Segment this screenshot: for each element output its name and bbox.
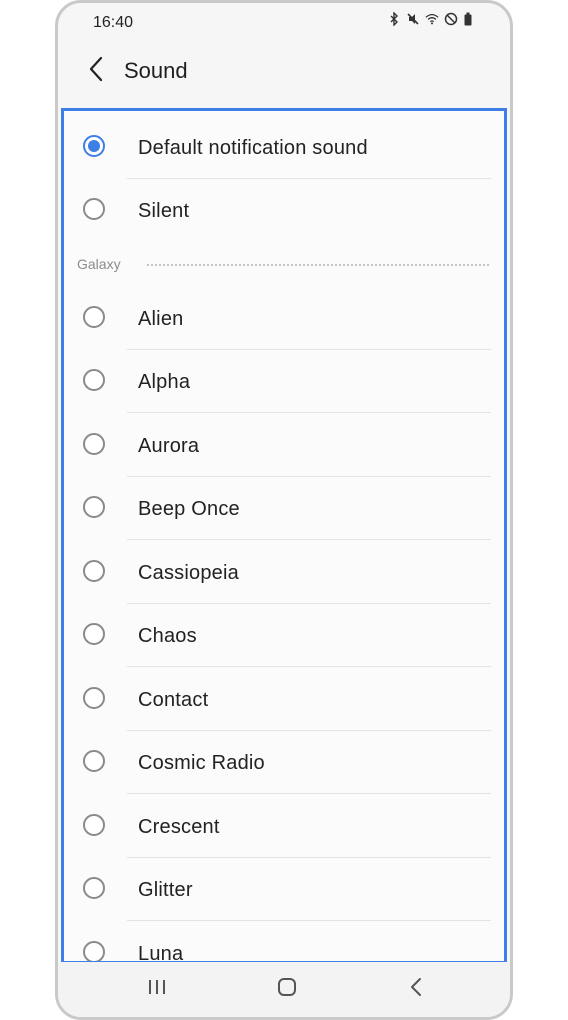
status-icons <box>387 12 477 26</box>
sound-option-label: Beep Once <box>138 498 240 520</box>
radio-icon[interactable] <box>83 877 105 899</box>
divider <box>127 793 491 794</box>
sound-option-label: Cassiopeia <box>138 562 239 584</box>
navigation-bar <box>58 962 510 1017</box>
divider <box>127 920 491 921</box>
sound-option-label: Crescent <box>138 816 220 838</box>
nav-back-button[interactable] <box>398 974 434 1004</box>
sound-option-alien[interactable]: Alien <box>64 287 504 350</box>
status-bar: 16:40 <box>58 3 510 41</box>
sound-option-label: Glitter <box>138 879 193 901</box>
radio-icon[interactable] <box>83 369 105 391</box>
phone-frame: 16:40 Sound Default notification sound S… <box>55 0 513 1020</box>
sound-option-default[interactable]: Default notification sound <box>64 116 504 179</box>
sound-option-contact[interactable]: Contact <box>64 668 504 731</box>
sound-option-label: Silent <box>138 200 190 222</box>
sound-option-label: Chaos <box>138 625 197 647</box>
sound-option-chaos[interactable]: Chaos <box>64 604 504 667</box>
section-divider <box>147 264 489 266</box>
back-button[interactable] <box>78 53 114 89</box>
radio-icon[interactable] <box>83 687 105 709</box>
sound-option-label: Contact <box>138 689 209 711</box>
wifi-icon <box>425 12 439 26</box>
radio-icon[interactable] <box>83 306 105 328</box>
battery-icon <box>463 12 477 26</box>
app-header: Sound <box>58 41 510 107</box>
radio-selected-icon[interactable] <box>83 135 105 157</box>
sound-option-label: Default notification sound <box>138 137 368 159</box>
sound-option-beep-once[interactable]: Beep Once <box>64 477 504 540</box>
radio-icon[interactable] <box>83 623 105 645</box>
radio-icon[interactable] <box>83 433 105 455</box>
do-not-disturb-icon <box>444 12 458 26</box>
home-icon <box>277 977 297 1002</box>
radio-icon[interactable] <box>83 198 105 220</box>
radio-icon[interactable] <box>83 560 105 582</box>
divider <box>127 666 491 667</box>
sound-option-cosmic-radio[interactable]: Cosmic Radio <box>64 731 504 794</box>
sound-option-label: Alpha <box>138 371 191 393</box>
section-header-galaxy: Galaxy <box>64 246 504 282</box>
radio-icon[interactable] <box>83 496 105 518</box>
recent-apps-button[interactable] <box>139 974 175 1004</box>
divider <box>127 412 491 413</box>
mute-icon <box>406 12 420 26</box>
sound-option-aurora[interactable]: Aurora <box>64 414 504 477</box>
radio-icon[interactable] <box>83 750 105 772</box>
status-time: 16:40 <box>93 14 134 31</box>
sound-option-label: Aurora <box>138 435 200 457</box>
home-button[interactable] <box>269 974 305 1004</box>
sound-list[interactable]: Default notification sound Silent Galaxy… <box>61 108 507 964</box>
sound-option-silent[interactable]: Silent <box>64 179 504 242</box>
sound-option-alpha[interactable]: Alpha <box>64 350 504 413</box>
radio-icon[interactable] <box>83 814 105 836</box>
chevron-left-icon <box>88 56 104 87</box>
bluetooth-icon <box>387 12 401 26</box>
page-title: Sound <box>124 58 188 83</box>
sound-option-cassiopeia[interactable]: Cassiopeia <box>64 541 504 604</box>
radio-icon[interactable] <box>83 941 105 961</box>
sound-option-label: Alien <box>138 308 184 330</box>
sound-option-glitter[interactable]: Glitter <box>64 858 504 921</box>
sound-option-crescent[interactable]: Crescent <box>64 795 504 858</box>
divider <box>127 539 491 540</box>
sound-option-label: Cosmic Radio <box>138 752 265 774</box>
back-icon <box>409 977 423 1002</box>
recent-apps-icon <box>147 978 167 1001</box>
section-label: Galaxy <box>77 256 121 272</box>
sound-option-label: Luna <box>138 943 184 964</box>
sound-option-luna[interactable]: Luna <box>64 922 504 964</box>
